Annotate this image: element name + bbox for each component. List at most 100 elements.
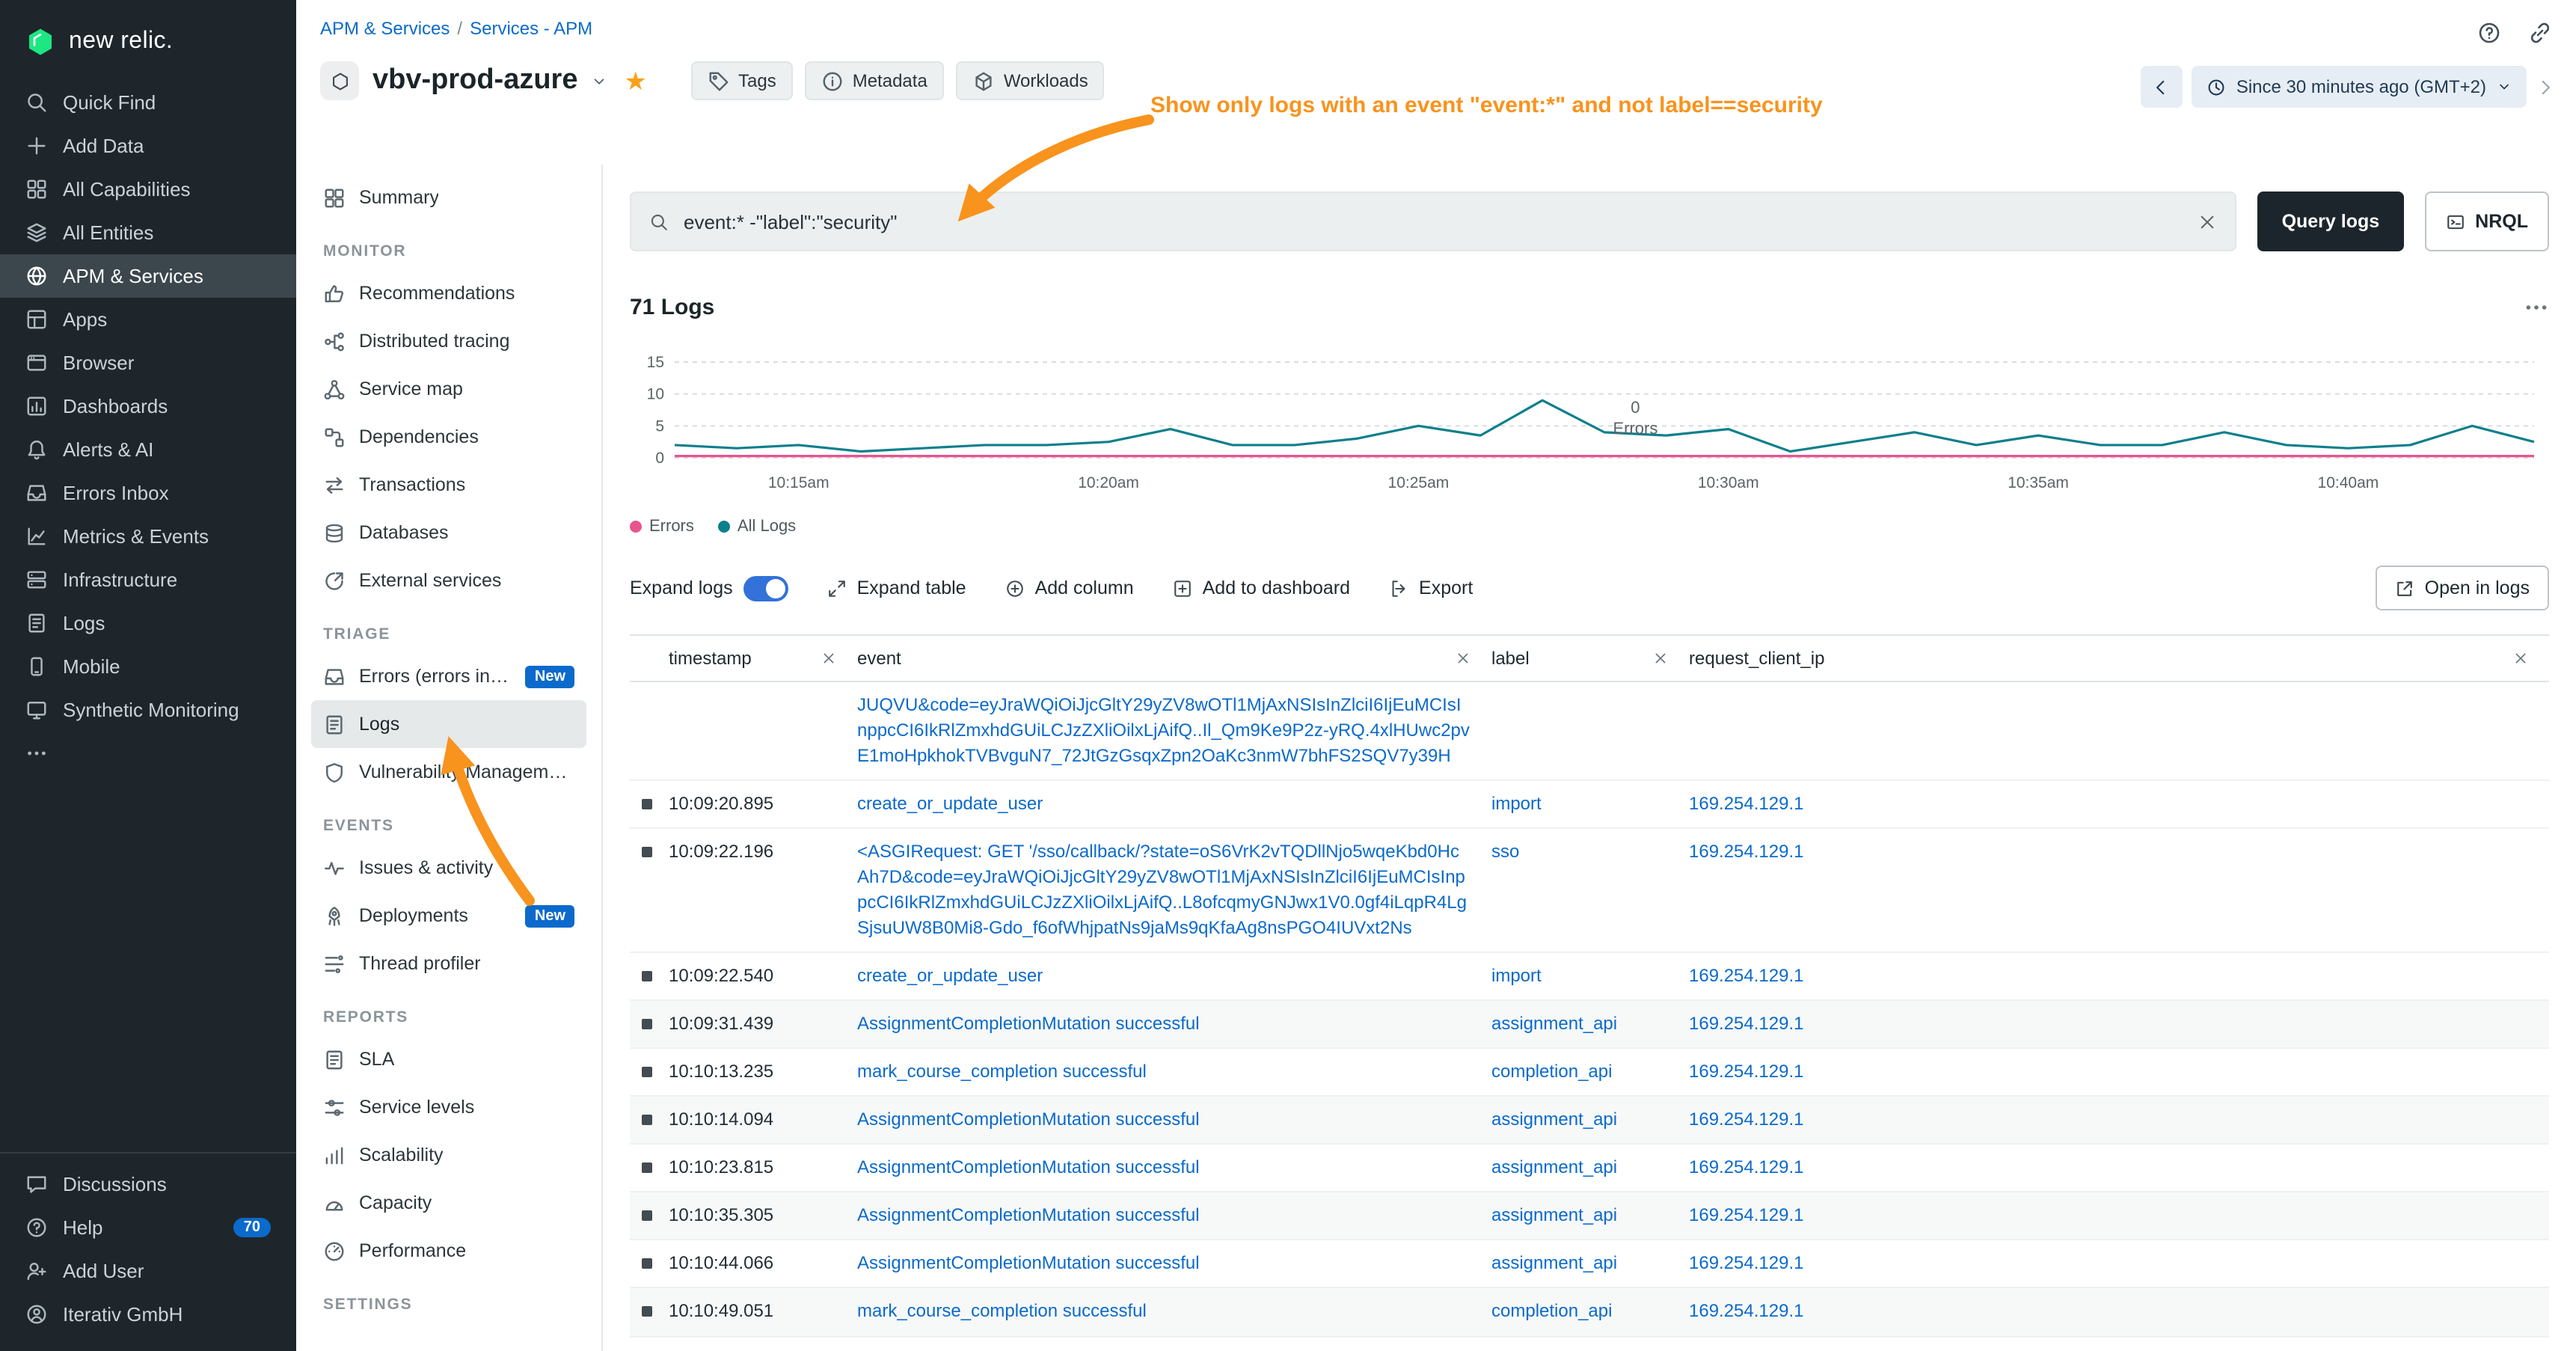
label-link[interactable]: import [1491, 966, 1542, 987]
subnav-item-logs[interactable]: Logs [311, 700, 586, 748]
sidebar-item-synthetic-monitoring[interactable]: Synthetic Monitoring [0, 688, 296, 732]
event-link[interactable]: mark_course_completion successful [857, 1299, 1471, 1325]
sidebar-item-apm-services[interactable]: APM & Services [0, 254, 296, 298]
sidebar-item-quick-find[interactable]: Quick Find [0, 81, 296, 124]
expand-logs-toggle[interactable]: Expand logs [630, 575, 788, 601]
event-link[interactable]: JUQVU&code=eyJraWQiOiJjcGltY29yZV8wOTl1M… [857, 693, 1471, 769]
table-row[interactable]: JUQVU&code=eyJraWQiOiJjcGltY29yZV8wOTl1M… [630, 682, 2549, 781]
ip-link[interactable]: 169.254.129.1 [1689, 1253, 1804, 1274]
table-row[interactable]: 10:11:00.311AssignmentCompletionMutation… [630, 1337, 2549, 1351]
ip-link[interactable]: 169.254.129.1 [1689, 841, 1804, 862]
remove-column-icon[interactable] [2513, 651, 2528, 666]
subnav-item-recommendations[interactable]: Recommendations [311, 269, 586, 317]
add-column-button[interactable]: Add column [1005, 578, 1134, 598]
subnav-item-issues-activity[interactable]: Issues & activity [311, 844, 586, 892]
subnav-item-vulnerability-management[interactable]: Vulnerability Management [311, 748, 586, 796]
label-link[interactable]: assignment_api [1491, 1253, 1617, 1274]
entity-switcher-chevron-icon[interactable] [592, 73, 608, 89]
add-to-dashboard-button[interactable]: Add to dashboard [1173, 578, 1350, 598]
sidebar-item-dashboards[interactable]: Dashboards [0, 385, 296, 428]
remove-column-icon[interactable] [821, 651, 836, 666]
nrql-button[interactable]: NRQL [2424, 192, 2549, 251]
favorite-star-icon[interactable]: ★ [625, 68, 648, 94]
permalink-button[interactable] [2522, 15, 2558, 51]
column-header-label[interactable]: label [1491, 648, 1689, 669]
subnav-item-deployments[interactable]: DeploymentsNew [311, 892, 586, 940]
event-link[interactable]: create_or_update_user [857, 964, 1471, 990]
ip-link[interactable]: 169.254.129.1 [1689, 1205, 1804, 1226]
subnav-item-summary[interactable]: Summary [311, 174, 586, 221]
help-button[interactable] [2471, 15, 2507, 51]
label-link[interactable]: assignment_api [1491, 1109, 1617, 1130]
sidebar-item-alerts-ai[interactable]: Alerts & AI [0, 428, 296, 471]
time-forward-button[interactable] [2536, 77, 2555, 96]
breadcrumb-link-services-apm[interactable]: Services - APM [470, 18, 592, 39]
table-row[interactable]: 10:10:49.051mark_course_completion succe… [630, 1289, 2549, 1337]
subnav-item-databases[interactable]: Databases [311, 509, 586, 557]
subnav-item-external-services[interactable]: External services [311, 557, 586, 604]
event-link[interactable]: <ASGIRequest: GET '/sso/callback/?state=… [857, 839, 1471, 941]
open-in-logs-button[interactable]: Open in logs [2376, 566, 2549, 610]
label-link[interactable]: completion_api [1491, 1301, 1612, 1322]
sidebar-item-iterativ-gmbh[interactable]: Iterativ GmbH [0, 1293, 296, 1336]
label-link[interactable]: sso [1491, 841, 1519, 862]
remove-column-icon[interactable] [1456, 651, 1471, 666]
subnav-item-sla[interactable]: SLA [311, 1035, 586, 1083]
time-picker[interactable]: Since 30 minutes ago (GMT+2) [2192, 66, 2527, 108]
label-link[interactable]: assignment_api [1491, 1205, 1617, 1226]
event-link[interactable]: AssignmentCompletionMutation successful [857, 1252, 1471, 1277]
remove-column-icon[interactable] [1653, 651, 1668, 666]
ip-link[interactable]: 169.254.129.1 [1689, 1301, 1804, 1322]
subnav-item-service-map[interactable]: Service map [311, 365, 586, 413]
sidebar-item-add-user[interactable]: Add User [0, 1249, 296, 1293]
column-header-timestamp[interactable]: timestamp [669, 648, 857, 669]
event-link[interactable]: AssignmentCompletionMutation successful [857, 1108, 1471, 1133]
ip-link[interactable]: 169.254.129.1 [1689, 793, 1804, 814]
event-link[interactable]: AssignmentCompletionMutation successful [857, 1347, 1471, 1351]
event-link[interactable]: mark_course_completion successful [857, 1060, 1471, 1085]
event-link[interactable]: create_or_update_user [857, 791, 1471, 817]
label-link[interactable]: import [1491, 793, 1542, 814]
subnav-item-performance[interactable]: Performance [311, 1227, 586, 1275]
export-button[interactable]: Export [1389, 578, 1473, 598]
legend-item-errors[interactable]: Errors [630, 518, 694, 536]
table-row[interactable]: 10:10:23.815AssignmentCompletionMutation… [630, 1145, 2549, 1193]
label-link[interactable]: assignment_api [1491, 1157, 1617, 1178]
logs-query-text[interactable]: event:* -"label":"security" [684, 210, 2183, 233]
sidebar-item-logs[interactable]: Logs [0, 601, 296, 645]
sidebar-item-apps[interactable]: Apps [0, 298, 296, 341]
subnav-item-distributed-tracing[interactable]: Distributed tracing [311, 317, 586, 365]
ip-link[interactable]: 169.254.129.1 [1689, 1014, 1804, 1035]
table-row[interactable]: 10:09:20.895create_or_update_userimport1… [630, 781, 2549, 829]
subnav-item-scalability[interactable]: Scalability [311, 1131, 586, 1179]
column-header-event[interactable]: event [857, 648, 1491, 669]
table-row[interactable]: 10:09:22.196<ASGIRequest: GET '/sso/call… [630, 829, 2549, 953]
ip-link[interactable]: 169.254.129.1 [1689, 966, 1804, 987]
subnav-item-errors-errors-inb[interactable]: Errors (errors inb...New [311, 652, 586, 700]
logs-query-bar[interactable]: event:* -"label":"security" [630, 192, 2237, 251]
query-logs-button[interactable]: Query logs [2258, 192, 2404, 251]
tags-button[interactable]: Tags [690, 61, 793, 100]
sidebar-item-infrastructure[interactable]: Infrastructure [0, 558, 296, 601]
label-link[interactable]: assignment_api [1491, 1014, 1617, 1035]
more-options-icon[interactable] [2524, 294, 2549, 319]
event-link[interactable]: AssignmentCompletionMutation successful [857, 1204, 1471, 1229]
time-back-button[interactable] [2141, 66, 2183, 108]
subnav-item-dependencies[interactable]: Dependencies [311, 413, 586, 461]
table-row[interactable]: 10:10:44.066AssignmentCompletionMutation… [630, 1241, 2549, 1289]
sidebar-item-add-data[interactable]: Add Data [0, 124, 296, 168]
sidebar-item-metrics-events[interactable]: Metrics & Events [0, 515, 296, 558]
sidebar-item-help[interactable]: Help70 [0, 1206, 296, 1249]
clear-query-icon[interactable] [2198, 212, 2218, 231]
sidebar-item-errors-inbox[interactable]: Errors Inbox [0, 471, 296, 515]
event-link[interactable]: AssignmentCompletionMutation successful [857, 1012, 1471, 1038]
subnav-item-thread-profiler[interactable]: Thread profiler [311, 940, 586, 987]
newrelic-logo[interactable]: new relic. [0, 0, 296, 81]
table-row[interactable]: 10:09:22.540create_or_update_userimport1… [630, 954, 2549, 1002]
event-link[interactable]: AssignmentCompletionMutation successful [857, 1156, 1471, 1181]
table-row[interactable]: 10:09:31.439AssignmentCompletionMutation… [630, 1002, 2549, 1050]
table-row[interactable]: 10:10:13.235mark_course_completion succe… [630, 1050, 2549, 1097]
subnav-item-service-levels[interactable]: Service levels [311, 1083, 586, 1131]
sidebar-item-all-entities[interactable]: All Entities [0, 211, 296, 254]
expand-table-button[interactable]: Expand table [827, 578, 966, 598]
